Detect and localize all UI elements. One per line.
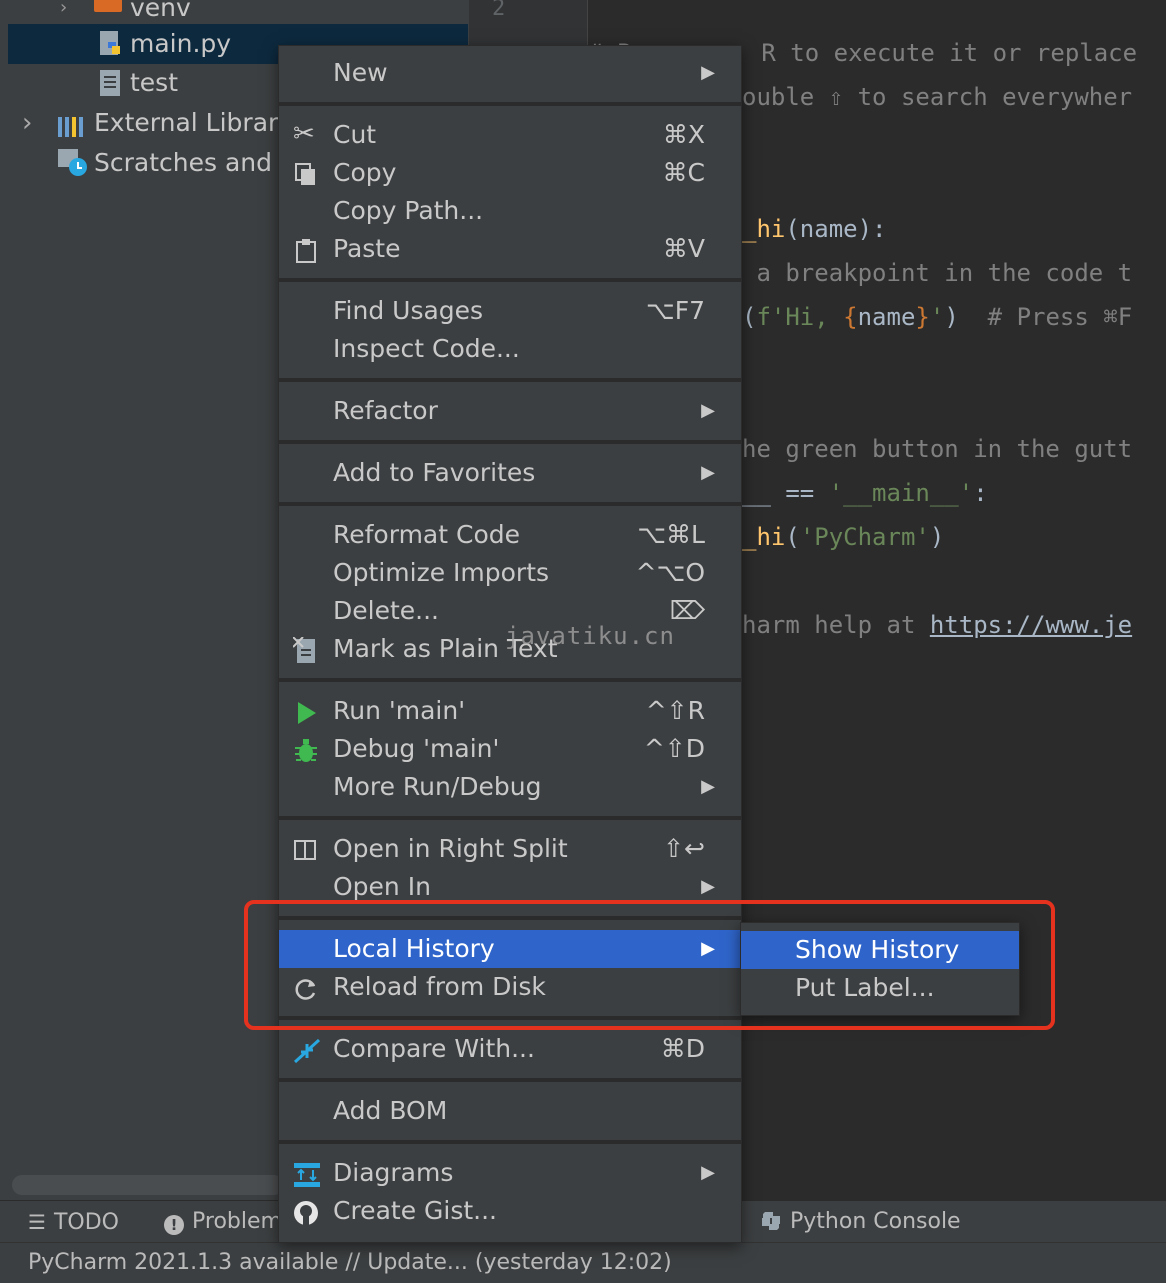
code-line: _hi(name): <box>742 215 887 243</box>
menu-item-find-usages[interactable]: Find Usages ⌥F7 <box>279 292 741 330</box>
menu-item-add-to-favorites[interactable]: Add to Favorites ▶ <box>279 454 741 492</box>
annotation-highlight-box <box>244 900 1055 1030</box>
menu-item-more-run-debug[interactable]: More Run/Debug ▶ <box>279 768 741 806</box>
menu-item-reformat-code[interactable]: Reformat Code ⌥⌘L <box>279 516 741 554</box>
code-line: a breakpoint in the code t <box>742 259 1133 287</box>
clipboard-icon <box>293 237 319 263</box>
tree-item-label: External Librari <box>94 108 286 137</box>
menu-item-compare-with[interactable]: Compare With... ⌘D <box>279 1030 741 1068</box>
menu-separator <box>279 440 741 444</box>
code-line: (f'Hi, {name}') # Press ⌘F <box>742 303 1133 331</box>
diagram-icon <box>293 1161 320 1187</box>
watermark: javatiku.cn <box>505 622 675 650</box>
status-bar: PyCharm 2021.1.3 available // Update... … <box>0 1242 1166 1283</box>
debug-bug-icon <box>293 737 319 763</box>
menu-item-copy-path[interactable]: Copy Path... <box>279 192 741 230</box>
tree-item-label: Scratches and <box>94 148 272 177</box>
code-line: ouble ⇧ to search everywher <box>742 83 1133 111</box>
menu-separator <box>279 502 741 506</box>
code-line: _hi('PyCharm') <box>742 523 945 551</box>
compare-arrows-icon <box>293 1037 321 1064</box>
menu-separator <box>279 816 741 820</box>
menu-item-run-main[interactable]: Run 'main' ^⇧R <box>279 692 741 730</box>
menu-separator <box>279 378 741 382</box>
menu-item-inspect-code[interactable]: Inspect Code... <box>279 330 741 368</box>
menu-separator <box>279 102 741 106</box>
menu-item-new[interactable]: New ▶ <box>279 54 741 92</box>
python-icon <box>760 1205 782 1247</box>
menu-item-create-gist[interactable]: Create Gist... <box>279 1192 741 1230</box>
copy-icon <box>293 161 319 187</box>
menu-item-diagrams[interactable]: Diagrams ▶ <box>279 1154 741 1192</box>
plain-text-file-icon <box>292 636 319 663</box>
menu-separator <box>279 1140 741 1144</box>
submenu-arrow-icon: ▶ <box>701 62 715 83</box>
menu-item-cut[interactable]: ✂ Cut ⌘X <box>279 116 741 154</box>
folder-icon <box>94 0 122 12</box>
problems-tab[interactable]: ! Problem <box>164 1201 282 1243</box>
menu-separator <box>279 1078 741 1082</box>
code-line: harm help at https://www.je <box>742 611 1133 639</box>
scratches-icon <box>58 147 90 191</box>
run-icon <box>293 699 319 725</box>
menu-item-add-bom[interactable]: Add BOM <box>279 1092 741 1130</box>
line-number: 2 <box>492 0 506 21</box>
horizontal-scrollbar[interactable] <box>12 1175 284 1195</box>
code-line: __ == '__main__': <box>742 479 988 507</box>
menu-item-refactor[interactable]: Refactor ▶ <box>279 392 741 430</box>
tree-item-label: main.py <box>130 29 232 58</box>
list-icon: ☰ <box>28 1210 46 1234</box>
menu-item-paste[interactable]: Paste ⌘V <box>279 230 741 268</box>
submenu-arrow-icon: ▶ <box>701 400 715 421</box>
python-console-tab[interactable]: Python Console <box>760 1201 961 1243</box>
menu-item-copy[interactable]: Copy ⌘C <box>279 154 741 192</box>
update-notice[interactable]: PyCharm 2021.1.3 available // Update... … <box>28 1243 672 1283</box>
menu-separator <box>279 678 741 682</box>
submenu-arrow-icon: ▶ <box>701 462 715 483</box>
scissors-icon: ✂ <box>293 119 315 149</box>
help-link[interactable]: https://www.je <box>930 611 1132 639</box>
submenu-arrow-icon: ▶ <box>701 1162 715 1183</box>
split-view-icon <box>293 837 319 863</box>
todo-tab[interactable]: ☰ TODO <box>28 1201 119 1243</box>
submenu-arrow-icon: ▶ <box>701 776 715 797</box>
github-icon <box>293 1199 319 1225</box>
menu-item-optimize-imports[interactable]: Optimize Imports ^⌥O <box>279 554 741 592</box>
code-line: he green button in the gutt <box>742 435 1133 463</box>
menu-separator <box>279 278 741 282</box>
chevron-right-icon[interactable]: › <box>22 103 32 143</box>
menu-item-open-right-split[interactable]: Open in Right Split ⇧↩ <box>279 830 741 868</box>
tree-item-label: test <box>130 68 179 97</box>
warning-circle-icon: ! <box>164 1215 184 1235</box>
menu-item-debug-main[interactable]: Debug 'main' ^⇧D <box>279 730 741 768</box>
